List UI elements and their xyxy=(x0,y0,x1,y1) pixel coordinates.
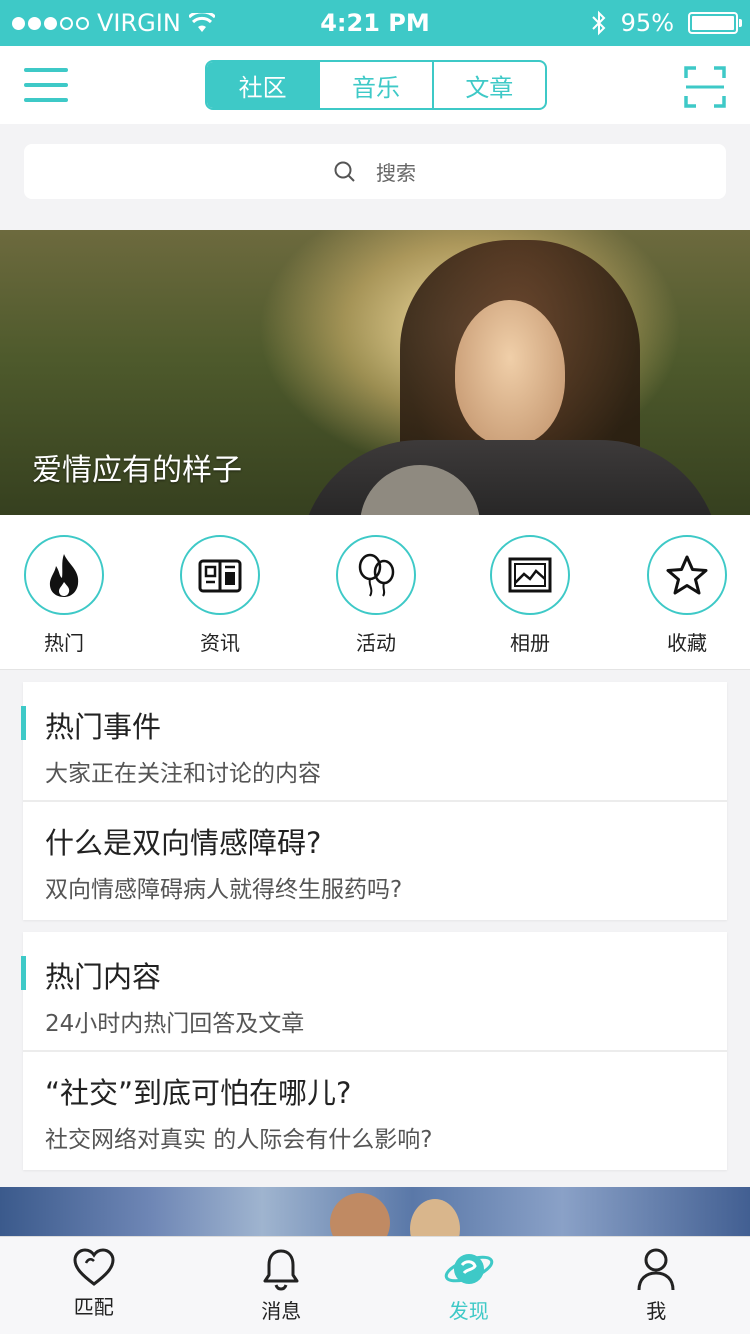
hot-content-card: 热门内容 24小时内热门回答及文章 “社交”到底可怕在哪儿? 社交网络对真实 的… xyxy=(21,932,727,1170)
search-icon xyxy=(334,161,355,182)
battery-percent: 95% xyxy=(620,9,674,37)
tab-label: 消息 xyxy=(261,1299,302,1323)
section-subtitle: 24小时内热门回答及文章 xyxy=(45,1011,305,1037)
person-icon xyxy=(637,1248,675,1291)
accent-bar xyxy=(21,956,26,990)
tab-bar: 匹配 消息 发现 我 xyxy=(0,1236,750,1334)
tab-messages[interactable]: 消息 xyxy=(188,1237,376,1334)
item-title: 什么是双向情感障碍? xyxy=(45,826,322,860)
list-item[interactable]: “社交”到底可怕在哪儿? 社交网络对真实 的人际会有什么影响? xyxy=(23,1052,727,1170)
tab-label: 匹配 xyxy=(73,1295,114,1319)
balloons-icon xyxy=(358,553,395,597)
category-label: 相册 xyxy=(510,631,550,655)
category-events[interactable]: 活动 xyxy=(306,535,446,656)
item-description: 双向情感障碍病人就得终生服药吗? xyxy=(45,877,403,903)
tab-label: 发现 xyxy=(448,1299,489,1323)
card-header[interactable]: 热门事件 大家正在关注和讨论的内容 xyxy=(21,682,727,802)
segmented-control: 社区 音乐 文章 xyxy=(205,60,547,110)
tab-me[interactable]: 我 xyxy=(563,1237,750,1334)
accent-bar xyxy=(21,706,26,740)
flame-icon xyxy=(49,554,79,597)
category-label: 活动 xyxy=(356,631,396,655)
heart-icon xyxy=(73,1248,115,1286)
bell-icon xyxy=(263,1249,299,1291)
section-subtitle: 大家正在关注和讨论的内容 xyxy=(45,761,321,787)
tab-music[interactable]: 音乐 xyxy=(318,62,431,108)
category-favorites[interactable]: 收藏 xyxy=(617,535,750,656)
nav-bar: 社区 音乐 文章 xyxy=(0,46,750,124)
category-label: 热门 xyxy=(44,631,84,655)
card-header[interactable]: 热门内容 24小时内热门回答及文章 xyxy=(21,932,727,1052)
category-label: 资讯 xyxy=(200,631,240,655)
hamburger-menu-icon[interactable] xyxy=(24,68,68,102)
tab-match[interactable]: 匹配 xyxy=(0,1237,188,1334)
scan-icon[interactable] xyxy=(684,66,726,108)
category-album[interactable]: 相册 xyxy=(460,535,600,656)
category-hot[interactable]: 热门 xyxy=(0,535,134,656)
news-icon xyxy=(198,559,242,593)
section-title: 热门内容 xyxy=(45,960,162,994)
category-row: 热门 资讯 活动 相册 收藏 xyxy=(0,515,750,670)
hot-events-card: 热门事件 大家正在关注和讨论的内容 什么是双向情感障碍? 双向情感障碍病人就得终… xyxy=(21,682,727,920)
category-news[interactable]: 资讯 xyxy=(150,535,290,656)
tab-label: 我 xyxy=(646,1299,667,1323)
star-icon xyxy=(666,555,708,595)
status-right: 95% xyxy=(591,9,742,37)
banner-caption: 爱情应有的样子 xyxy=(32,453,242,488)
hero-banner[interactable]: 爱情应有的样子 xyxy=(0,230,750,515)
list-item[interactable]: 什么是双向情感障碍? 双向情感障碍病人就得终生服药吗? xyxy=(23,802,727,920)
item-description: 社交网络对真实 的人际会有什么影响? xyxy=(45,1127,433,1153)
bluetooth-icon xyxy=(591,10,606,36)
battery-icon xyxy=(688,12,742,34)
search-area: 搜索 xyxy=(0,124,750,220)
album-icon xyxy=(508,557,552,593)
status-bar: VIRGIN 4:21 PM 95% xyxy=(0,0,750,46)
feed-image[interactable] xyxy=(0,1187,750,1239)
tab-articles[interactable]: 文章 xyxy=(431,62,545,108)
section-title: 热门事件 xyxy=(45,710,162,744)
search-placeholder: 搜索 xyxy=(376,161,416,185)
category-label: 收藏 xyxy=(667,631,707,655)
tab-community[interactable]: 社区 xyxy=(207,62,319,108)
search-input[interactable]: 搜索 xyxy=(24,144,726,199)
planet-icon xyxy=(444,1254,494,1284)
tab-discover[interactable]: 发现 xyxy=(375,1237,563,1334)
item-title: “社交”到底可怕在哪儿? xyxy=(45,1076,352,1110)
